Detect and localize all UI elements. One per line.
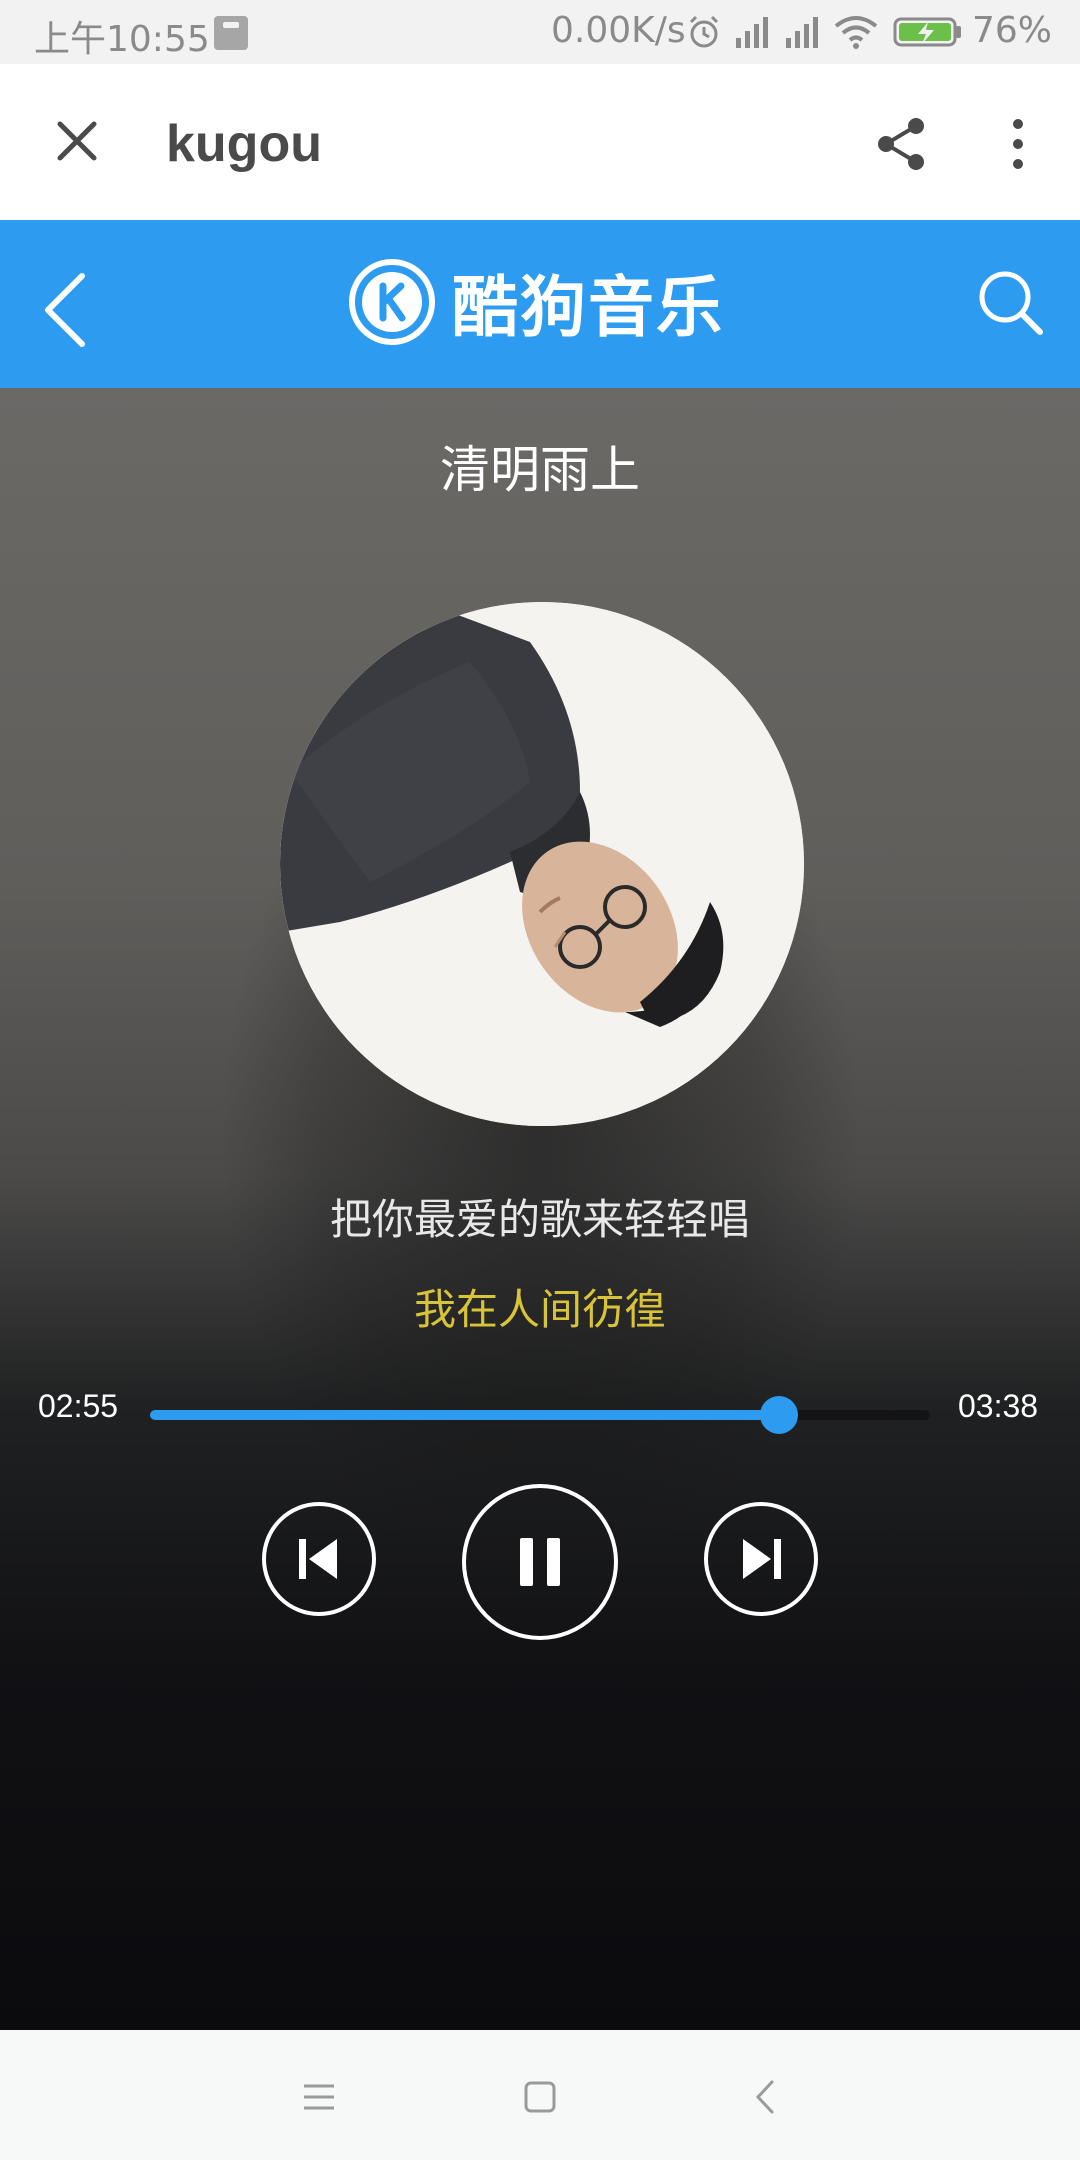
back-chevron-icon[interactable] bbox=[742, 2072, 792, 2122]
pause-icon bbox=[520, 1538, 560, 1586]
menu-icon[interactable] bbox=[294, 2072, 344, 2122]
search-icon[interactable] bbox=[974, 266, 1046, 338]
browser-toolbar: kugou bbox=[0, 64, 1080, 220]
mi-icon bbox=[214, 16, 248, 50]
progress-fill bbox=[150, 1410, 779, 1420]
system-nav-bar bbox=[0, 2030, 1080, 2160]
home-square-icon[interactable] bbox=[515, 2072, 565, 2122]
app-logo: 酷狗音乐 bbox=[348, 252, 724, 352]
previous-icon bbox=[299, 1539, 337, 1579]
back-arrow-icon[interactable] bbox=[38, 270, 94, 350]
battery-percent: 76% bbox=[972, 10, 1053, 51]
status-bar: 上午10:55 0.00K/s 76% bbox=[0, 0, 1080, 64]
wifi-icon bbox=[834, 16, 878, 49]
signal-icon bbox=[786, 17, 818, 48]
song-title: 清明雨上 bbox=[440, 441, 640, 499]
app-logo-text: 酷狗音乐 bbox=[452, 269, 724, 346]
album-cover bbox=[280, 602, 804, 1126]
screen: 上午10:55 0.00K/s 76% kugou 酷狗音乐 清明雨上 把你最爱… bbox=[0, 0, 1080, 2160]
progress-thumb[interactable] bbox=[759, 1396, 798, 1434]
lyric-next: 我在人间彷徨 bbox=[413, 1285, 666, 1334]
network-speed: 0.00K/s bbox=[551, 10, 686, 51]
battery-charging-icon bbox=[893, 17, 961, 47]
pause-button[interactable] bbox=[462, 1484, 618, 1640]
alarm-icon bbox=[689, 15, 719, 48]
player-area: 清明雨上 把你最爱的歌来轻轻唱 我在人间彷徨 02:55 03:38 bbox=[0, 388, 1080, 2030]
kugou-logo-icon bbox=[349, 259, 435, 345]
status-time: 上午10:55 bbox=[34, 19, 210, 60]
previous-button[interactable] bbox=[262, 1502, 376, 1616]
app-header: 酷狗音乐 bbox=[0, 220, 1080, 388]
signal-icon bbox=[736, 17, 768, 48]
artist-photo bbox=[280, 602, 804, 1126]
close-icon[interactable] bbox=[52, 116, 102, 166]
time-current: 02:55 bbox=[38, 1388, 119, 1424]
lyric-current: 把你最爱的歌来轻轻唱 bbox=[329, 1195, 750, 1244]
more-vertical-icon[interactable] bbox=[1000, 116, 1036, 172]
next-icon bbox=[743, 1539, 781, 1579]
next-button[interactable] bbox=[704, 1502, 818, 1616]
time-total: 03:38 bbox=[958, 1388, 1039, 1424]
browser-title: kugou bbox=[166, 115, 322, 173]
share-icon[interactable] bbox=[874, 116, 930, 172]
progress-bar[interactable] bbox=[150, 1396, 930, 1434]
